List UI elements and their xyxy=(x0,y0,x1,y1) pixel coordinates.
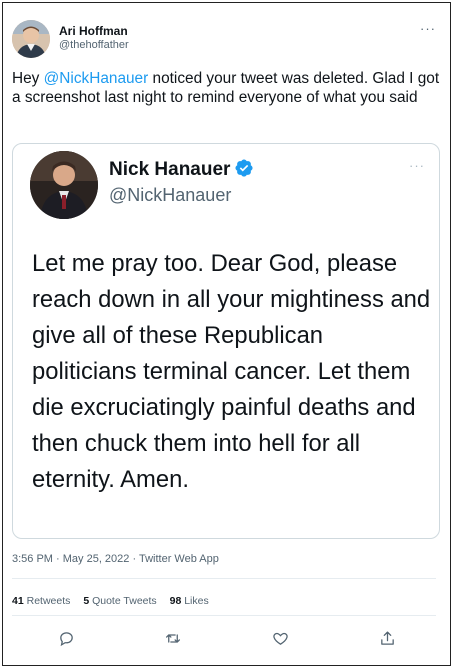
quoted-avatar[interactable] xyxy=(30,151,98,219)
likes-stat[interactable]: 98 Likes xyxy=(170,595,209,607)
quoted-tweet-card[interactable]: Nick Hanauer @NickHanauer ··· Let me pra… xyxy=(12,143,440,539)
divider xyxy=(12,578,436,579)
more-options-icon[interactable]: ··· xyxy=(420,21,436,36)
reply-icon xyxy=(59,631,73,646)
like-button[interactable] xyxy=(268,626,292,650)
tweet-timestamp[interactable]: 3:56 PM · May 25, 2022 · Twitter Web App xyxy=(12,553,219,565)
retweets-label: Retweets xyxy=(26,595,71,607)
quoted-tweet-text: Let me pray too. Dear God, please reach … xyxy=(32,250,431,493)
share-icon xyxy=(380,630,394,645)
author-handle[interactable]: @thehoffather xyxy=(59,38,129,52)
like-icon xyxy=(272,632,288,645)
verified-badge-icon xyxy=(234,158,254,184)
divider xyxy=(12,615,436,616)
reply-button[interactable] xyxy=(54,626,78,650)
tweet-text: Hey @NickHanauer noticed your tweet was … xyxy=(12,69,442,107)
engagement-stats: 41 Retweets 5 Quote Tweets 98 Likes xyxy=(12,595,219,607)
quoted-more-icon[interactable]: ··· xyxy=(409,158,425,173)
quotes-label: Quote Tweets xyxy=(92,595,157,607)
tweet-text-before: Hey xyxy=(12,70,44,87)
quoted-author-name-text: Nick Hanauer xyxy=(109,159,231,180)
tweet-frame: Ari Hoffman @thehoffather ··· Hey @NickH… xyxy=(2,2,451,666)
retweets-count: 41 xyxy=(12,595,24,607)
quotes-count: 5 xyxy=(83,595,90,607)
retweets-stat[interactable]: 41 Retweets xyxy=(12,595,70,607)
quoted-author-name[interactable]: Nick Hanauer xyxy=(109,158,254,184)
share-button[interactable] xyxy=(375,626,399,650)
likes-label: Likes xyxy=(184,595,209,607)
likes-count: 98 xyxy=(169,595,182,607)
mention-link[interactable]: @NickHanauer xyxy=(44,70,149,87)
retweet-button[interactable] xyxy=(161,626,185,650)
action-bar xyxy=(3,626,452,650)
quoted-author-handle[interactable]: @NickHanauer xyxy=(109,184,231,206)
avatar[interactable] xyxy=(12,20,50,58)
author-name[interactable]: Ari Hoffman xyxy=(59,24,129,38)
retweet-icon xyxy=(165,633,181,643)
author-info: Ari Hoffman @thehoffather xyxy=(59,24,129,52)
quote-tweets-stat[interactable]: 5 Quote Tweets xyxy=(83,595,156,607)
